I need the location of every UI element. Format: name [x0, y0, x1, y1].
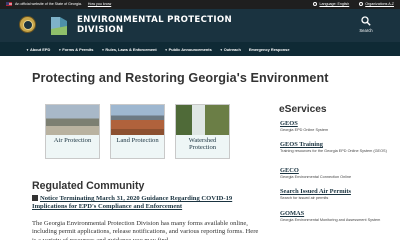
service-item-geos: GEOS Georgia EPD Online System — [280, 120, 390, 133]
service-description: Georgia Environmental Monitoring and Ass… — [280, 218, 381, 222]
nav-label: Emergency Response — [248, 46, 290, 52]
chevron-down-icon: ▼ — [164, 47, 168, 52]
watershed-protection-image — [176, 105, 229, 135]
service-description: Georgia Environmental Connection Online — [280, 175, 352, 179]
page-title: Protecting and Restoring Georgia's Envir… — [32, 71, 329, 85]
service-link[interactable]: GEOS — [280, 120, 390, 128]
nav-item-outreach[interactable]: ▼Outreach — [220, 47, 241, 52]
search-button[interactable]: Search — [356, 14, 376, 38]
nav-item-rules-laws[interactable]: ▼Rules, Laws & Enforcement — [101, 47, 156, 52]
service-item-gomas: GOMAS Georgia Environmental Monitoring a… — [280, 210, 390, 223]
site-title[interactable]: ENVIRONMENTAL PROTECTION DIVISION — [77, 15, 232, 35]
card-label: Air Protection — [53, 137, 92, 144]
organizations-label: Organizations A-Z — [365, 2, 394, 6]
service-link[interactable]: GEOS Training — [280, 141, 390, 149]
how-you-know-link[interactable]: How you know — [88, 2, 111, 6]
official-banner: An official website of the State of Geor… — [0, 0, 400, 9]
nav-label: About EPD — [29, 46, 51, 52]
service-item-geos-training: GEOS Training Training resources for the… — [280, 141, 390, 154]
nav-label: Rules, Laws & Enforcement — [105, 46, 157, 52]
site-title-line2: DIVISION — [77, 24, 124, 35]
language-label: Language: English — [319, 2, 350, 6]
language-selector[interactable]: Language: English — [313, 2, 349, 6]
chevron-down-icon: ▼ — [219, 47, 223, 52]
chevron-down-icon: ▼ — [58, 47, 62, 52]
service-link[interactable]: Search Issued Air Permits — [280, 188, 390, 196]
nav-label: Public Announcements — [168, 46, 212, 52]
us-flag-icon — [6, 2, 12, 6]
service-link[interactable]: GECO — [280, 167, 390, 175]
land-protection-image — [111, 105, 164, 135]
notice-item: Notice Terminating March 31, 2020 Guidan… — [32, 195, 257, 211]
service-item-geco: GECO Georgia Environmental Connection On… — [280, 167, 390, 180]
service-description: Training resources for the Georgia EPD O… — [280, 149, 387, 153]
main-nav: ▼About EPD ▼Forms & Permits ▼Rules, Laws… — [0, 42, 400, 56]
nav-item-emergency-response[interactable]: Emergency Response — [249, 47, 290, 52]
building-icon — [359, 2, 364, 6]
chevron-down-icon: ▼ — [101, 47, 105, 52]
georgia-seal-logo[interactable] — [19, 16, 36, 33]
notice-link[interactable]: Notice Terminating March 31, 2020 Guidan… — [32, 195, 232, 210]
land-protection-card[interactable]: Land Protection — [110, 104, 165, 159]
air-protection-card[interactable]: Air Protection — [45, 104, 100, 159]
service-description: Georgia EPD Online System — [280, 128, 329, 132]
eservices-heading: eServices — [279, 104, 327, 115]
intro-paragraph: The Georgia Environmental Protection Div… — [32, 220, 259, 240]
site-header: ENVIRONMENTAL PROTECTION DIVISION Search — [0, 9, 400, 42]
service-link[interactable]: GOMAS — [280, 210, 390, 218]
nav-item-about-epd[interactable]: ▼About EPD — [26, 47, 50, 52]
official-site-text: An official website of the State of Geor… — [15, 2, 82, 6]
epd-logo-icon[interactable] — [48, 15, 70, 37]
organizations-link[interactable]: Organizations A-Z — [359, 2, 394, 6]
nav-label: Forms & Permits — [62, 46, 94, 52]
service-item-air-permits: Search Issued Air Permits Search for iss… — [280, 188, 390, 201]
nav-item-public-announcements[interactable]: ▼Public Announcements — [165, 47, 212, 52]
nav-label: Outreach — [223, 46, 241, 52]
service-description: Search for issued air permits — [280, 196, 329, 200]
globe-icon — [313, 2, 318, 6]
search-label: Search — [359, 28, 373, 33]
search-icon — [361, 16, 371, 26]
air-protection-image — [46, 105, 99, 135]
watershed-protection-card[interactable]: Watershed Protection — [175, 104, 230, 159]
card-label: Land Protection — [116, 137, 159, 144]
card-label: Watershed Protection — [188, 137, 217, 152]
document-icon — [32, 195, 38, 201]
chevron-down-icon: ▼ — [26, 47, 29, 52]
regulated-community-heading: Regulated Community — [32, 180, 145, 192]
nav-item-forms-permits[interactable]: ▼Forms & Permits — [58, 47, 93, 52]
